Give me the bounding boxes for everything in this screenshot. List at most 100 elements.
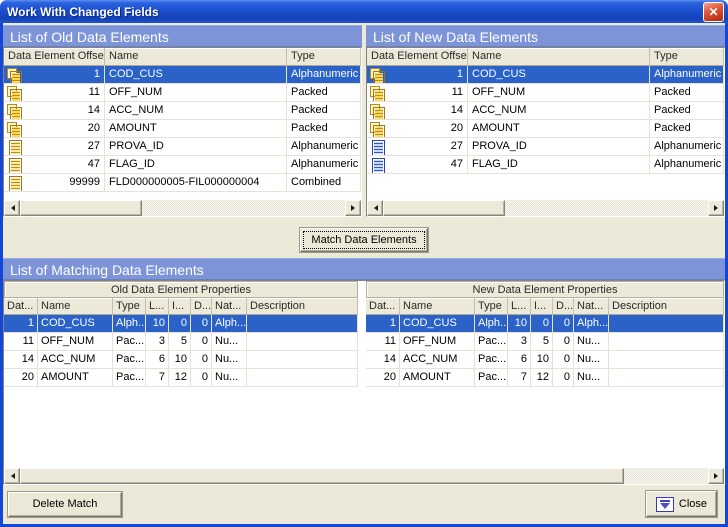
table-row[interactable]: 14 ACC_NUM Pac... 6 10 0 Nu... [366,351,724,369]
left-triangle-icon [8,473,15,479]
dialog-window: Work With Changed Fields ✕ List of Old D… [0,0,728,527]
matching-grid-hscrollbar[interactable] [4,468,724,484]
dialog-content: List of Old Data Elements Data Element O… [3,23,725,524]
type-cell: Packed [650,120,724,138]
offset-value: 11 [89,84,100,101]
window-title: Work With Changed Fields [7,5,703,19]
col-header-name[interactable]: Name [38,298,113,315]
delete-match-button[interactable]: Delete Match [8,492,122,517]
cell: 10 [146,315,169,333]
cell: Alph... [212,315,247,333]
table-row[interactable]: 20 AMOUNT Packed [4,120,361,138]
cell: 14 [366,351,400,369]
col-header-name[interactable]: Name [468,48,650,66]
scroll-track[interactable] [624,468,708,484]
cell: 0 [191,333,212,351]
col-header-name[interactable]: Name [105,48,287,66]
cell: 11 [366,333,400,351]
name-cell: AMOUNT [468,120,650,138]
table-row[interactable]: 20 AMOUNT Pac... 7 12 0 Nu... [366,369,724,387]
cell: Pac... [475,369,508,387]
table-row[interactable]: 20 AMOUNT Packed [367,120,724,138]
cell: Nu... [574,351,609,369]
table-row[interactable]: 47 FLAG_ID Alphanumeric [367,156,724,174]
table-row[interactable]: 11 OFF_NUM Pac... 3 5 0 Nu... [4,333,358,351]
title-bar[interactable]: Work With Changed Fields ✕ [0,0,728,23]
scroll-right-arrow[interactable] [708,468,724,484]
col-header-description[interactable]: Description [609,298,724,315]
match-data-elements-button[interactable]: Match Data Elements [300,228,427,252]
col-header-offset[interactable]: Data Element Offset [4,48,105,66]
table-row[interactable]: 1 COD_CUS Alph... 10 0 0 Alph... [366,315,724,333]
offset-value: 11 [452,84,463,101]
cell [609,351,724,369]
col-header-type[interactable]: Type [113,298,146,315]
new-grid-hscrollbar[interactable] [367,200,724,216]
close-button[interactable]: Close [646,491,717,517]
scroll-track[interactable] [505,200,708,216]
scroll-thumb[interactable] [20,468,624,484]
table-row[interactable]: 11 OFF_NUM Packed [4,84,361,102]
table-row[interactable]: 47 FLAG_ID Alphanumeric [4,156,361,174]
cell: 3 [146,333,169,351]
scroll-left-arrow[interactable] [4,200,20,216]
close-x-icon: ✕ [708,6,718,18]
scroll-left-arrow[interactable] [4,468,20,484]
half-divider [358,281,366,387]
table-row[interactable]: 1 COD_CUS Alphanumeric [4,66,361,84]
col-header-integer[interactable]: I... [169,298,191,315]
scroll-left-arrow[interactable] [367,200,383,216]
old-grid-hscrollbar[interactable] [4,200,361,216]
close-button-label: Close [679,498,707,510]
table-row[interactable]: 1 COD_CUS Alph... 10 0 0 Alph... [4,315,358,333]
col-header-description[interactable]: Description [247,298,358,315]
col-header-nature[interactable]: Nat... [574,298,609,315]
offset-cell: 1 [367,66,468,84]
matching-grid-headers-and-rows: Old Data Element Properties Dat... Name … [4,281,724,387]
table-row[interactable]: 27 PROVA_ID Alphanumeric [367,138,724,156]
table-row[interactable]: 14 ACC_NUM Packed [4,102,361,120]
table-row[interactable]: 99999 FLD000000005-FIL000000004 Combined [4,174,361,192]
scroll-thumb[interactable] [20,200,142,216]
col-header-type[interactable]: Type [475,298,508,315]
copy-docs-icon [369,86,384,100]
window-close-button[interactable]: ✕ [703,2,724,22]
new-properties-column-header: Dat... Name Type L... I... D... Nat... D… [366,298,724,315]
table-row[interactable]: 1 COD_CUS Alphanumeric [367,66,724,84]
col-header-nature[interactable]: Nat... [212,298,247,315]
grid-empty-area [4,387,724,468]
col-header-dat[interactable]: Dat... [366,298,400,315]
col-header-name[interactable]: Name [400,298,475,315]
cell: Nu... [212,351,247,369]
col-header-length[interactable]: L... [146,298,169,315]
col-header-length[interactable]: L... [508,298,531,315]
offset-cell: 20 [4,120,105,138]
table-row[interactable]: 20 AMOUNT Pac... 7 12 0 Nu... [4,369,358,387]
cell: 20 [366,369,400,387]
scroll-right-arrow[interactable] [345,200,361,216]
table-row[interactable]: 27 PROVA_ID Alphanumeric [4,138,361,156]
document-icon [369,140,384,154]
col-header-type[interactable]: Type [287,48,361,66]
table-row[interactable]: 14 ACC_NUM Packed [367,102,724,120]
offset-value: 1 [94,66,100,83]
cell: 20 [4,369,38,387]
new-elements-grid: Data Element Offset Name Type 1 COD_CUS … [366,47,725,217]
scroll-right-arrow[interactable] [708,200,724,216]
table-row[interactable]: 14 ACC_NUM Pac... 6 10 0 Nu... [4,351,358,369]
cell: Nu... [212,369,247,387]
scroll-thumb[interactable] [383,200,505,216]
old-elements-grid: Data Element Offset Name Type 1 COD_CUS … [3,47,362,217]
table-row[interactable]: 11 OFF_NUM Packed [367,84,724,102]
col-header-integer[interactable]: I... [531,298,553,315]
cell: 0 [191,369,212,387]
col-header-type[interactable]: Type [650,48,724,66]
col-header-dat[interactable]: Dat... [4,298,38,315]
col-header-offset[interactable]: Data Element Offset [367,48,468,66]
cell: OFF_NUM [38,333,113,351]
col-header-decimal[interactable]: D... [191,298,212,315]
offset-cell: 20 [367,120,468,138]
table-row[interactable]: 11 OFF_NUM Pac... 3 5 0 Nu... [366,333,724,351]
col-header-decimal[interactable]: D... [553,298,574,315]
scroll-track[interactable] [142,200,345,216]
